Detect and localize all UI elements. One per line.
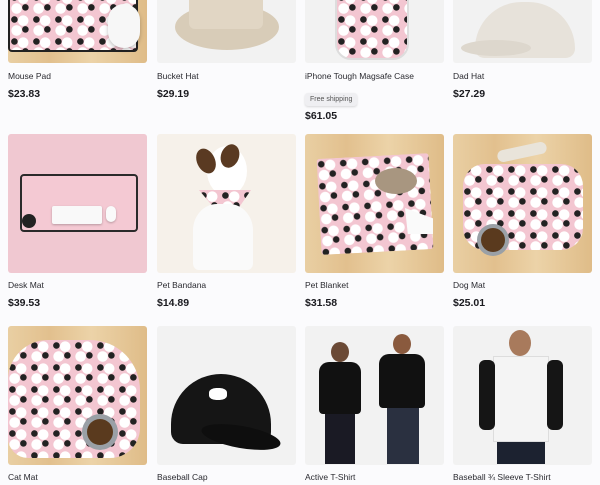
product-price: $29.19 <box>157 88 190 100</box>
product-title[interactable]: Desk Mat <box>8 280 147 291</box>
product-image[interactable] <box>305 0 444 63</box>
product-title[interactable]: Baseball Cap <box>157 472 296 483</box>
free-shipping-badge: Free shipping <box>305 93 358 106</box>
product-card-cat-mat[interactable]: Cat Mat <box>8 326 147 483</box>
product-image[interactable] <box>305 134 444 273</box>
product-price: $25.01 <box>453 297 486 309</box>
product-price: $31.58 <box>305 297 338 309</box>
product-price: $23.83 <box>8 88 41 100</box>
product-title[interactable]: Baseball ¾ Sleeve T-Shirt <box>453 472 592 483</box>
product-image[interactable] <box>305 326 444 465</box>
product-card-desk-mat[interactable]: Desk Mat $39.53 <box>8 134 147 310</box>
product-card-baseball-sleeve-tshirt[interactable]: Baseball ¾ Sleeve T-Shirt <box>453 326 592 483</box>
product-card-iphone-case[interactable]: iPhone Tough Magsafe Case Free shipping … <box>305 0 444 123</box>
product-card-dad-hat[interactable]: Dad Hat $27.29 <box>453 0 592 101</box>
product-title[interactable]: Pet Bandana <box>157 280 296 291</box>
product-title[interactable]: Pet Blanket <box>305 280 444 291</box>
product-card-pet-blanket[interactable]: Pet Blanket $31.58 <box>305 134 444 310</box>
product-card-active-tshirt[interactable]: Active T-Shirt <box>305 326 444 483</box>
product-image[interactable] <box>453 0 592 63</box>
product-image[interactable] <box>8 326 147 465</box>
product-image[interactable] <box>157 134 296 273</box>
product-card-dog-mat[interactable]: Dog Mat $25.01 <box>453 134 592 310</box>
product-price: $27.29 <box>453 88 486 100</box>
product-card-baseball-cap[interactable]: Baseball Cap <box>157 326 296 483</box>
product-card-bucket-hat[interactable]: Bucket Hat $29.19 <box>157 0 296 101</box>
product-price: $14.89 <box>157 297 190 309</box>
product-image[interactable] <box>8 134 147 273</box>
product-image[interactable] <box>157 326 296 465</box>
product-card-pet-bandana[interactable]: Pet Bandana $14.89 <box>157 134 296 310</box>
product-image[interactable] <box>453 326 592 465</box>
product-title[interactable]: iPhone Tough Magsafe Case <box>305 71 444 82</box>
product-image[interactable] <box>157 0 296 63</box>
product-price: $39.53 <box>8 297 41 309</box>
product-image[interactable] <box>8 0 147 63</box>
product-image[interactable] <box>453 134 592 273</box>
product-price: $61.05 <box>305 110 338 122</box>
product-title[interactable]: Bucket Hat <box>157 71 296 82</box>
product-card-mouse-pad[interactable]: Mouse Pad $23.83 <box>8 0 147 101</box>
product-title[interactable]: Active T-Shirt <box>305 472 444 483</box>
product-title[interactable]: Mouse Pad <box>8 71 147 82</box>
product-title[interactable]: Dad Hat <box>453 71 592 82</box>
product-title[interactable]: Dog Mat <box>453 280 592 291</box>
product-title[interactable]: Cat Mat <box>8 472 147 483</box>
